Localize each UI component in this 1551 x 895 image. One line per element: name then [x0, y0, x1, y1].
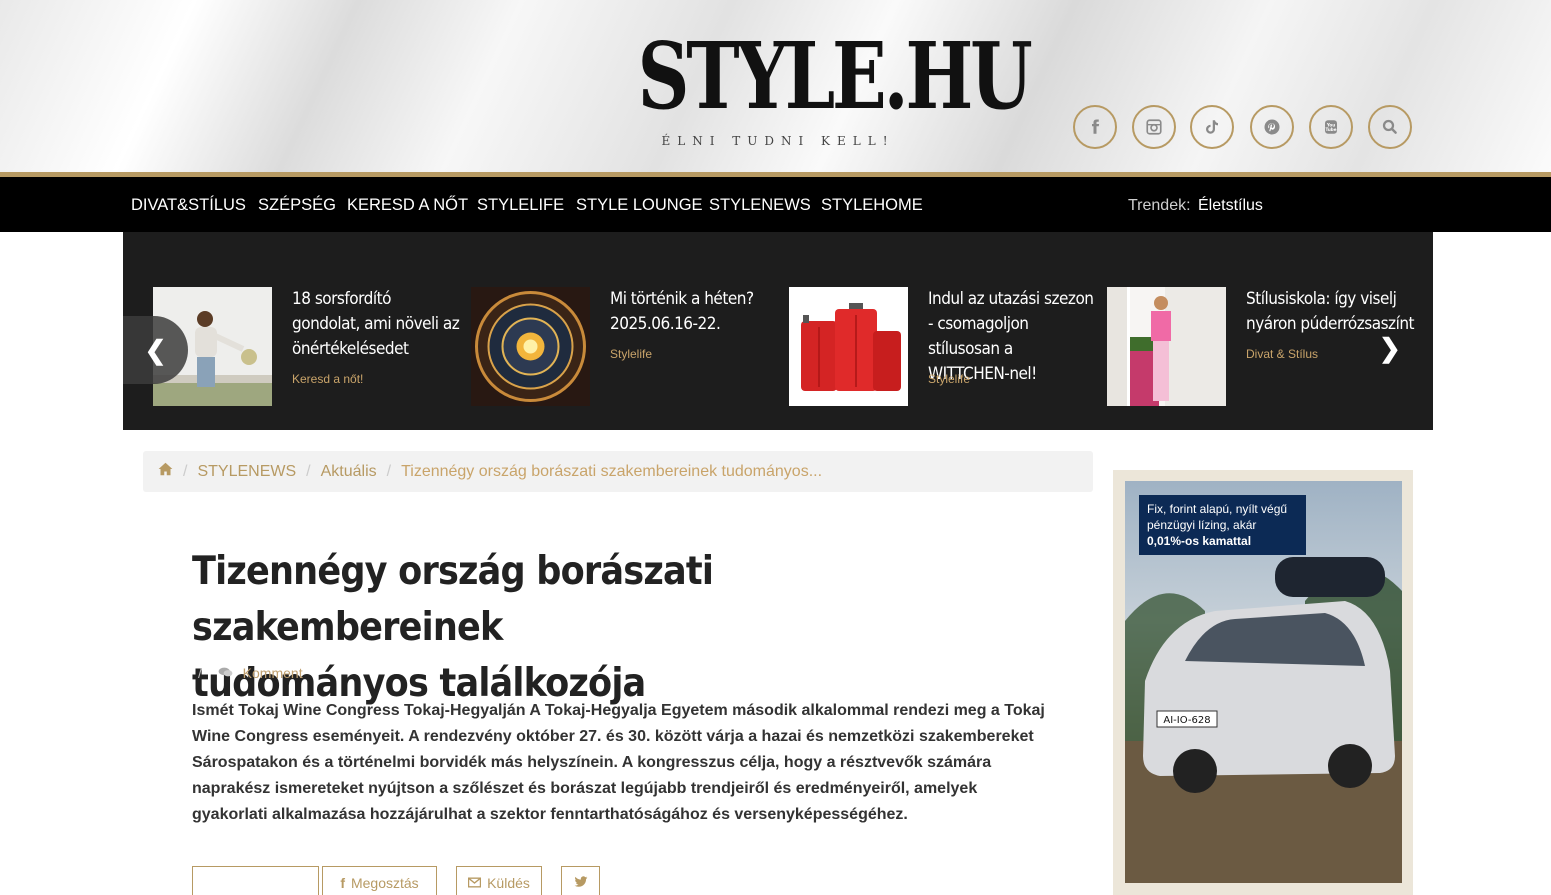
card-title[interactable]: Stílusiskola: így viselj nyáron púderróz…: [1246, 287, 1416, 337]
card-title[interactable]: Mi történik a héten? 2025.06.16-22.: [610, 287, 780, 337]
card-category[interactable]: Stylelife: [928, 372, 970, 386]
home-icon[interactable]: [158, 462, 173, 481]
chevron-right-icon: ❯: [1379, 333, 1401, 363]
breadcrumb-link-aktualis[interactable]: Aktuális: [321, 463, 377, 481]
card-image-zodiac[interactable]: [471, 287, 590, 406]
breadcrumb-separator: /: [183, 462, 188, 480]
card-category[interactable]: Stylelife: [610, 347, 652, 361]
chevron-left-icon: ❮: [144, 334, 167, 365]
nav-item-stylehome[interactable]: STYLEHOME: [821, 196, 923, 215]
card-title[interactable]: 18 sorsfordító gondolat, ami növeli az ö…: [292, 287, 462, 362]
nav-item-stylelife[interactable]: STYLELIFE: [477, 196, 564, 215]
facebook-icon: f: [340, 875, 345, 891]
nav-item-divat-stilus[interactable]: DIVAT&STÍLUS: [131, 196, 246, 215]
carousel-prev-button[interactable]: ❮: [123, 316, 188, 384]
twitter-icon: [574, 875, 588, 891]
pinterest-icon[interactable]: [1250, 105, 1294, 149]
nav-item-stylenews[interactable]: STYLENEWS: [709, 196, 811, 215]
card-image-suitcases[interactable]: [789, 287, 908, 406]
send-button[interactable]: Küldés: [456, 866, 542, 895]
ad-line2: pénzügyi lízing, akár: [1147, 518, 1257, 532]
youtube-icon[interactable]: You Tube: [1309, 105, 1353, 149]
site-logo[interactable]: STYLE.HU ÉLNI TUDNI KELL!: [598, 22, 1033, 148]
breadcrumb-current: Tizennégy ország borászati szakembereine…: [401, 462, 823, 480]
ad-line3: 0,01%-os kamattal: [1147, 534, 1252, 548]
facebook-icon[interactable]: [1073, 105, 1117, 149]
main-navigation: DIVAT&STÍLUS SZÉPSÉG KERESD A NŐT STYLEL…: [0, 177, 1551, 232]
trends-link[interactable]: Életstílus: [1198, 197, 1263, 215]
logo-tagline: ÉLNI TUDNI KELL!: [661, 134, 895, 148]
nav-item-style-lounge[interactable]: STYLE LOUNGE: [576, 196, 703, 215]
article-title: Tizennégy ország borászati szakembereine…: [192, 544, 992, 712]
breadcrumb-separator: /: [306, 462, 311, 480]
breadcrumb: / STYLENEWS / Aktuális / Tizennégy orszá…: [143, 451, 1093, 492]
article-lead: Ismét Tokaj Wine Congress Tokaj-Hegyaljá…: [192, 702, 1045, 823]
comment-icon: [218, 665, 237, 681]
article-meta: / Komment: [198, 665, 303, 681]
comment-link[interactable]: Komment: [243, 665, 303, 681]
instagram-icon[interactable]: [1132, 105, 1176, 149]
trends-label: Trendek:: [1128, 197, 1191, 214]
card-category[interactable]: Divat & Stílus: [1246, 347, 1318, 361]
search-icon[interactable]: [1368, 105, 1412, 149]
ad-banner-car[interactable]: AI-IO-628 Fix, forint alapú, nyílt végű …: [1125, 481, 1402, 883]
card-image-pink-outfit[interactable]: [1107, 287, 1226, 406]
tiktok-icon[interactable]: [1190, 105, 1234, 149]
nav-item-szepseg[interactable]: SZÉPSÉG: [258, 196, 336, 215]
like-button[interactable]: [192, 866, 319, 895]
card-category[interactable]: Keresd a nőt!: [292, 372, 363, 386]
article-title-line1: Tizennégy ország borászati szakembereine…: [192, 549, 714, 650]
svg-text:Tube: Tube: [1325, 127, 1336, 132]
send-label: Küldés: [487, 875, 530, 891]
envelope-icon: [467, 875, 482, 891]
carousel-next-button[interactable]: ❯: [1379, 333, 1401, 364]
ad-line1: Fix, forint alapú, nyílt végű: [1147, 502, 1288, 516]
facebook-share-button[interactable]: f Megosztás: [322, 866, 437, 895]
share-label: Megosztás: [350, 875, 419, 891]
meta-separator: /: [198, 665, 202, 681]
nav-item-keresd-a-not[interactable]: KERESD A NŐT: [347, 196, 468, 215]
site-header: STYLE.HU ÉLNI TUDNI KELL! You Tube: [0, 0, 1551, 172]
ad-text-box: Fix, forint alapú, nyílt végű pénzügyi l…: [1139, 495, 1306, 555]
featured-carousel: 18 sorsfordító gondolat, ami növeli az ö…: [123, 232, 1433, 430]
license-plate: AI-IO-628: [1163, 715, 1210, 726]
logo-text: STYLE.HU: [637, 22, 1033, 130]
twitter-share-button[interactable]: [561, 866, 600, 895]
breadcrumb-separator: /: [386, 462, 392, 480]
breadcrumb-link-stylenews[interactable]: STYLENEWS: [197, 463, 296, 481]
